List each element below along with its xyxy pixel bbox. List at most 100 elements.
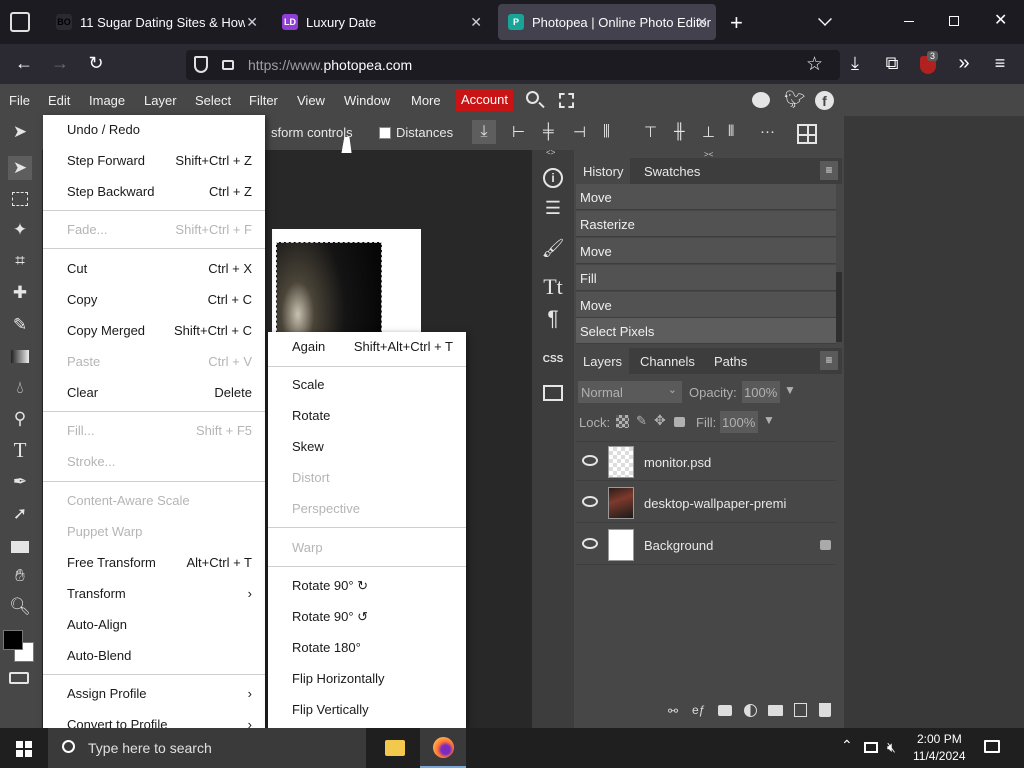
menu-flip-horizontally[interactable]: Flip Horizontally — [268, 664, 466, 694]
layer-mask-icon[interactable] — [718, 705, 732, 716]
menu-free-transform[interactable]: Free Transform Alt+Ctrl + T — [43, 548, 265, 578]
menu-flip-vertically[interactable]: Flip Vertically — [268, 695, 466, 725]
reddit-icon[interactable] — [752, 92, 770, 108]
menu-assign-profile[interactable]: Assign Profile › — [43, 679, 265, 709]
marquee-tool-icon[interactable] — [8, 186, 32, 210]
menu-rotate-90-ccw[interactable]: Rotate 90° ↺ — [268, 602, 466, 632]
menu-file[interactable]: File — [9, 93, 30, 108]
distribute-icon[interactable]: ⫼ — [603, 123, 610, 140]
align-bottom-icon[interactable]: ⊥ — [702, 123, 715, 141]
grid-layout-icon[interactable] — [797, 124, 817, 144]
align-top-icon[interactable]: ⊤ — [644, 123, 657, 141]
pen-tool-icon[interactable]: ✒ — [8, 470, 32, 494]
align-middle-icon[interactable]: ╫ — [674, 123, 685, 140]
history-item[interactable]: Move — [576, 184, 836, 210]
menu-scale[interactable]: Scale — [268, 370, 466, 400]
menu-transform[interactable]: Transform › — [43, 579, 265, 609]
url-bar[interactable]: https://www.photopea.com ☆ — [186, 50, 840, 80]
foreground-color-swatch[interactable] — [3, 630, 23, 650]
fill-input[interactable]: 100% — [720, 411, 758, 433]
more-options-icon[interactable]: ··· — [760, 123, 775, 140]
taskbar-search-box[interactable]: Type here to search — [48, 728, 366, 768]
tab-swatches[interactable]: Swatches — [644, 164, 700, 179]
download-icon[interactable]: ⤓ — [843, 53, 867, 74]
gradient-tool-icon[interactable] — [8, 344, 32, 368]
menu-edit[interactable]: Edit — [48, 93, 70, 108]
move-tool-icon[interactable]: ➤ — [8, 120, 32, 144]
lock-icon[interactable] — [222, 60, 234, 70]
hand-tool-icon[interactable]: ✋︎ — [8, 564, 32, 588]
file-explorer-icon[interactable] — [385, 740, 405, 756]
selection-tool-icon[interactable]: ➤ — [8, 156, 32, 180]
menu-select[interactable]: Select — [195, 93, 231, 108]
history-item[interactable]: Fill — [576, 265, 836, 291]
blend-mode-select[interactable]: Normal ⌄ — [578, 381, 682, 403]
tab-paths[interactable]: Paths — [714, 354, 747, 369]
history-panel-menu-icon[interactable]: ≡ — [820, 161, 838, 180]
brush-settings-icon[interactable]: 🖌︎ — [541, 236, 565, 260]
notifications-icon[interactable] — [984, 740, 1000, 753]
brush-tool-icon[interactable]: ✎ — [8, 313, 32, 337]
clock-time[interactable]: 2:00 PM — [917, 732, 962, 746]
browser-tab-1[interactable]: BO 11 Sugar Dating Sites & How to ✕ — [46, 4, 266, 40]
menu-transform-again[interactable]: Again Shift+Alt+Ctrl + T — [268, 332, 466, 362]
menu-undo-redo[interactable]: Undo / Redo — [43, 115, 265, 145]
layer-name[interactable]: monitor.psd — [644, 455, 711, 470]
tab-layers[interactable]: Layers — [576, 348, 630, 374]
more-tools-chevron-icon[interactable]: » — [952, 52, 976, 75]
layer-effects-icon[interactable]: eƒ — [692, 703, 705, 717]
paragraph-icon[interactable]: ¶ — [541, 307, 565, 331]
menu-auto-align[interactable]: Auto-Align — [43, 610, 265, 640]
align-left-icon[interactable]: ⊢ — [512, 123, 525, 141]
layer-name[interactable]: Background — [644, 538, 713, 553]
healing-brush-icon[interactable]: ✚ — [8, 281, 32, 305]
align-center-icon[interactable]: ╪ — [543, 123, 554, 140]
opacity-input[interactable]: 100% — [742, 381, 780, 403]
menu-filter[interactable]: Filter — [249, 93, 278, 108]
blur-tool-icon[interactable]: 💧︎ — [8, 376, 32, 400]
history-item-selected[interactable]: Select Pixels — [576, 318, 836, 344]
windows-start-icon[interactable] — [16, 741, 32, 757]
visibility-eye-icon[interactable] — [582, 538, 598, 549]
layer-name[interactable]: desktop-wallpaper-premi — [644, 496, 796, 511]
adjustment-layer-icon[interactable] — [744, 704, 757, 717]
menu-auto-blend[interactable]: Auto-Blend — [43, 641, 265, 671]
lock-all-icon[interactable] — [674, 417, 685, 427]
shield-icon[interactable] — [194, 56, 208, 73]
fill-dropdown-icon[interactable]: ▼ — [763, 413, 775, 427]
facebook-icon[interactable]: f — [815, 91, 834, 110]
keyboard-icon[interactable] — [9, 672, 29, 684]
delete-layer-icon[interactable] — [819, 703, 831, 717]
menu-image[interactable]: Image — [89, 93, 125, 108]
menu-view[interactable]: View — [297, 93, 325, 108]
volume-muted-icon[interactable]: 🔇︎ — [887, 739, 896, 756]
type-tool-icon[interactable]: T — [8, 438, 32, 462]
history-item[interactable]: Rasterize — [576, 211, 836, 237]
menu-copy[interactable]: Copy Ctrl + C — [43, 285, 265, 315]
image-icon[interactable] — [541, 380, 565, 404]
menu-rotate-180[interactable]: Rotate 180° — [268, 633, 466, 663]
layer-row[interactable]: desktop-wallpaper-premi — [576, 483, 836, 523]
new-tab-icon[interactable]: + — [730, 10, 743, 36]
link-layers-icon[interactable]: ⚯ — [668, 704, 678, 718]
search-icon[interactable] — [526, 91, 539, 104]
extensions-icon[interactable]: ⧉ — [880, 53, 904, 74]
forward-icon[interactable]: → — [48, 53, 72, 74]
history-item[interactable]: Move — [576, 238, 836, 264]
menu-more[interactable]: More — [411, 93, 441, 108]
browser-tab-2[interactable]: LD Luxury Date ✕ — [272, 4, 490, 40]
close-tab-icon[interactable]: ✕ — [470, 14, 482, 31]
menu-convert-to-profile[interactable]: Convert to Profile › — [43, 710, 265, 728]
menu-cut[interactable]: Cut Ctrl + X — [43, 254, 265, 284]
twitter-icon[interactable]: 🐦︎ — [784, 90, 806, 110]
hamburger-menu-icon[interactable]: ≡ — [988, 53, 1012, 74]
menu-layer[interactable]: Layer — [144, 93, 177, 108]
browser-tab-3[interactable]: P Photopea | Online Photo Editor ✕ — [498, 4, 716, 40]
visibility-eye-icon[interactable] — [582, 496, 598, 507]
history-item[interactable]: Move — [576, 292, 836, 318]
close-tab-icon[interactable]: ✕ — [246, 14, 258, 31]
character-icon[interactable]: Tt — [541, 275, 565, 299]
lock-transparency-icon[interactable] — [616, 415, 629, 428]
minimize-icon[interactable] — [904, 21, 914, 22]
fullscreen-icon[interactable] — [559, 93, 574, 108]
